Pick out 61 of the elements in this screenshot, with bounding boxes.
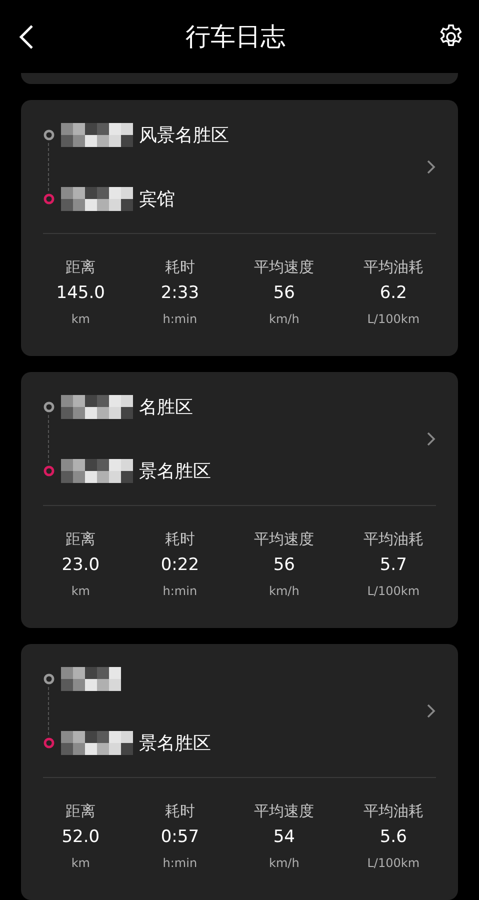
page-title: 行车日志: [186, 21, 286, 53]
start-marker-icon: [43, 128, 55, 140]
stat-label: 平均速度: [254, 802, 314, 821]
mosaic-redaction: [61, 186, 133, 210]
chevron-right-icon: [426, 158, 436, 174]
stat-unit: km/h: [269, 584, 300, 598]
start-marker-icon: [43, 672, 55, 684]
stat-label: 距离: [66, 530, 96, 549]
end-marker-icon: [43, 464, 55, 476]
stat-unit: L/100km: [367, 856, 420, 870]
mosaic-redaction: [61, 730, 133, 754]
stat-label: 平均速度: [254, 530, 314, 549]
stat-unit: km/h: [269, 312, 300, 326]
trip-card[interactable]: 风景名胜区 宾馆 距离 145.0 km 耗时 2:33 h:min 平均速度 56 km/h 平均油耗 6.2 L/100km: [21, 100, 458, 356]
stat-value: 5.6: [380, 827, 407, 847]
mosaic-redaction: [61, 458, 133, 482]
stat-label: 平均速度: [254, 258, 314, 277]
stat-unit: km: [71, 856, 90, 870]
chevron-right-icon: [426, 702, 436, 718]
stat-unit: h:min: [162, 584, 198, 598]
trip-card[interactable]: 景名胜区 距离 52.0 km 耗时 0:57 h:min 平均速度 54 km/h 平均油耗 5.6 L/100km: [21, 644, 458, 900]
stat-label: 耗时: [164, 802, 195, 821]
stat-value: 2:33: [160, 283, 200, 303]
stat-label: 距离: [66, 258, 96, 277]
mosaic-redaction: [61, 666, 121, 690]
stat-label: 耗时: [164, 258, 195, 277]
stat-value: 6.2: [380, 283, 407, 303]
stat-label: 平均油耗: [363, 802, 424, 821]
stat-label: 耗时: [164, 530, 195, 549]
stat-value: 56: [273, 283, 295, 303]
mosaic-redaction: [61, 394, 133, 418]
end-address: 景名胜区: [139, 732, 211, 754]
start-address: 名胜区: [139, 396, 193, 418]
stat-value: 145.0: [56, 283, 105, 303]
mosaic-redaction: [61, 122, 133, 146]
stat-value: 0:22: [160, 555, 200, 575]
end-marker-icon: [43, 192, 55, 204]
end-marker-icon: [43, 736, 55, 748]
chevron-right-icon: [426, 430, 436, 446]
stat-value: 23.0: [62, 555, 100, 575]
stat-value: 5.7: [380, 555, 407, 575]
end-address: 景名胜区: [139, 460, 211, 482]
stat-value: 52.0: [62, 827, 100, 847]
trip-card[interactable]: 名胜区 景名胜区 距离 23.0 km 耗时 0:22 h:min 平均速度 56 km/h 平均油耗 5.7 L/100km: [21, 372, 458, 628]
stat-unit: km/h: [269, 856, 300, 870]
stat-unit: km: [71, 584, 90, 598]
end-address: 宾馆: [139, 188, 175, 210]
stat-value: 54: [273, 827, 295, 847]
stat-unit: h:min: [162, 856, 198, 870]
stat-unit: L/100km: [367, 584, 420, 598]
stat-value: 0:57: [160, 827, 200, 847]
stat-value: 56: [273, 555, 295, 575]
stat-label: 距离: [66, 802, 96, 821]
back-icon[interactable]: [18, 24, 34, 50]
start-marker-icon: [43, 400, 55, 412]
stat-unit: L/100km: [367, 312, 420, 326]
start-address: 风景名胜区: [139, 124, 229, 146]
stat-unit: h:min: [162, 312, 198, 326]
stat-unit: km: [71, 312, 90, 326]
stat-label: 平均油耗: [363, 258, 424, 277]
stat-label: 平均油耗: [363, 530, 424, 549]
